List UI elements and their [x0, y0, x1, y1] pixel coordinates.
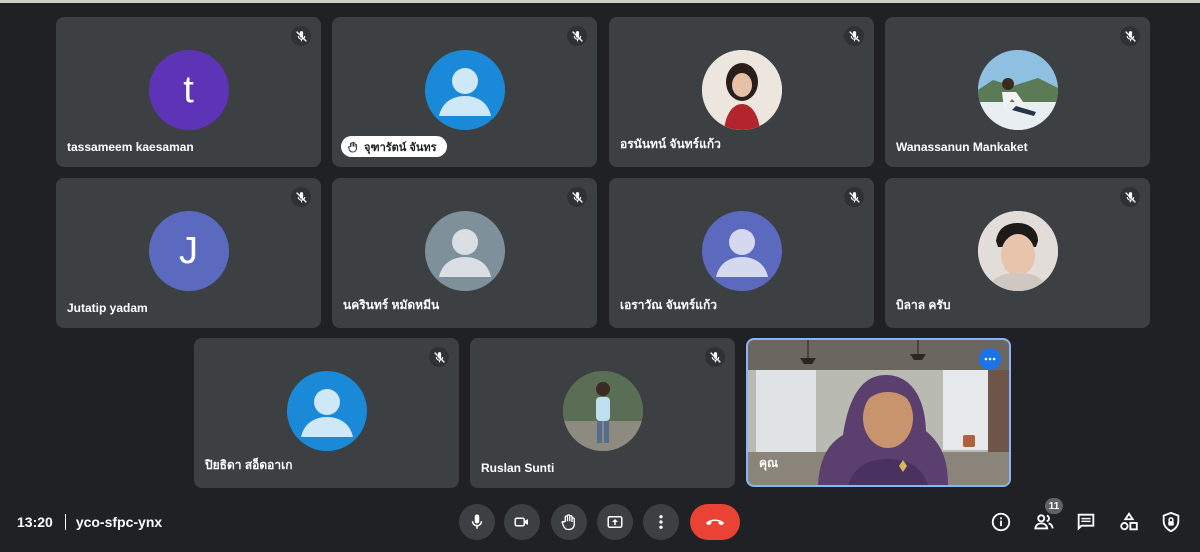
- participant-tile-10[interactable]: Ruslan Sunti: [470, 338, 735, 488]
- participant-name: tassameem kaesaman: [67, 140, 194, 154]
- chat-button[interactable]: [1072, 508, 1100, 536]
- meeting-time: 13:20: [17, 514, 53, 530]
- mic-off-icon: [429, 347, 449, 367]
- mic-off-icon: [705, 347, 725, 367]
- mic-icon: [471, 514, 483, 529]
- participant-name: นครินทร์ หมัดหมีน: [343, 298, 440, 312]
- info-icon: [991, 512, 1011, 532]
- participant-tile-6[interactable]: นครินทร์ หมัดหมีน: [332, 178, 597, 328]
- camera-icon: [514, 517, 528, 527]
- mic-off-icon: [1120, 187, 1140, 207]
- hang-up-icon: [705, 519, 725, 526]
- present-screen-icon: [607, 516, 623, 528]
- mic-off-icon: [291, 26, 311, 46]
- camera-button[interactable]: [504, 504, 540, 540]
- avatar-photo: [562, 371, 643, 451]
- activities-icon: [1120, 512, 1138, 531]
- more-options-button[interactable]: [979, 348, 1001, 370]
- meeting-details: 13:20 yco-sfpc-ynx: [17, 514, 162, 530]
- mic-off-icon: [567, 187, 587, 207]
- participant-tile-1[interactable]: t tassameem kaesaman: [56, 17, 321, 167]
- host-controls-button[interactable]: [1157, 508, 1185, 536]
- avatar: [286, 371, 367, 451]
- hand-raised-chip: จุฑารัตน์ จันทร: [341, 136, 447, 157]
- divider: [64, 514, 66, 530]
- avatar: t: [148, 50, 229, 130]
- self-view-tile[interactable]: คุณ: [746, 338, 1011, 487]
- avatar-photo: [977, 50, 1058, 130]
- avatar: [424, 50, 505, 130]
- participant-name: อรนันทน์ จันทร์แก้ว: [620, 137, 721, 151]
- activities-button[interactable]: [1115, 508, 1143, 536]
- mic-off-icon: [1120, 26, 1140, 46]
- person-silhouette-icon: [300, 389, 353, 437]
- participant-tile-2[interactable]: จุฑารัตน์ จันทร: [332, 17, 597, 167]
- avatar-letter: J: [179, 229, 198, 272]
- participant-name: ปิยธิดา สอ็ดอาเก: [205, 458, 293, 472]
- participant-name: Wanassanun Mankaket: [896, 140, 1028, 154]
- bottom-control-bar: 13:20 yco-sfpc-ynx 11: [0, 498, 1200, 552]
- participant-tile-5[interactable]: J Jutatip yadam: [56, 178, 321, 328]
- meeting-info-button[interactable]: [987, 508, 1015, 536]
- person-silhouette-icon: [438, 229, 491, 277]
- participant-name: เอราวัณ จันทร์แก้ว: [620, 298, 718, 312]
- avatar: J: [148, 211, 229, 291]
- avatar: [701, 211, 782, 291]
- present-screen-button[interactable]: [597, 504, 633, 540]
- person-silhouette-icon: [438, 68, 491, 116]
- more-horiz-icon: [984, 357, 996, 361]
- participant-name: Jutatip yadam: [67, 301, 148, 315]
- people-count-badge: 11: [1045, 498, 1063, 514]
- mic-off-icon: [844, 187, 864, 207]
- raise-hand-button[interactable]: [551, 504, 587, 540]
- meeting-code: yco-sfpc-ynx: [75, 514, 163, 530]
- participant-name: จุฑารัตน์ จันทร: [364, 141, 437, 154]
- mic-off-icon: [567, 26, 587, 46]
- participant-tile-8[interactable]: บิลาล ครับ: [885, 178, 1150, 328]
- raise-hand-icon: [348, 141, 357, 152]
- mic-off-icon: [844, 26, 864, 46]
- self-video: [748, 340, 1009, 485]
- raise-hand-icon: [561, 514, 575, 531]
- avatar-photo: [977, 211, 1058, 291]
- participant-tile-3[interactable]: อรนันทน์ จันทร์แก้ว: [609, 17, 874, 167]
- avatar-letter: t: [183, 68, 194, 111]
- chat-icon: [1077, 513, 1095, 531]
- more-vert-icon: [659, 515, 663, 529]
- person-silhouette-icon: [715, 229, 768, 277]
- host-controls-icon: [1162, 511, 1180, 533]
- top-border-strip: [0, 0, 1200, 3]
- participant-name: บิลาล ครับ: [896, 298, 951, 312]
- participant-name: Ruslan Sunti: [481, 461, 555, 475]
- participant-tile-4[interactable]: Wanassanun Mankaket: [885, 17, 1150, 167]
- hang-up-button[interactable]: [690, 504, 740, 540]
- people-icon: [1034, 514, 1054, 530]
- avatar: [424, 211, 505, 291]
- more-options-button[interactable]: [643, 504, 679, 540]
- mic-button[interactable]: [459, 504, 495, 540]
- self-name: คุณ: [759, 456, 779, 470]
- mic-off-icon: [291, 187, 311, 207]
- participant-tile-7[interactable]: เอราวัณ จันทร์แก้ว: [609, 178, 874, 328]
- avatar-photo: [701, 50, 782, 130]
- participant-tile-9[interactable]: ปิยธิดา สอ็ดอาเก: [194, 338, 459, 488]
